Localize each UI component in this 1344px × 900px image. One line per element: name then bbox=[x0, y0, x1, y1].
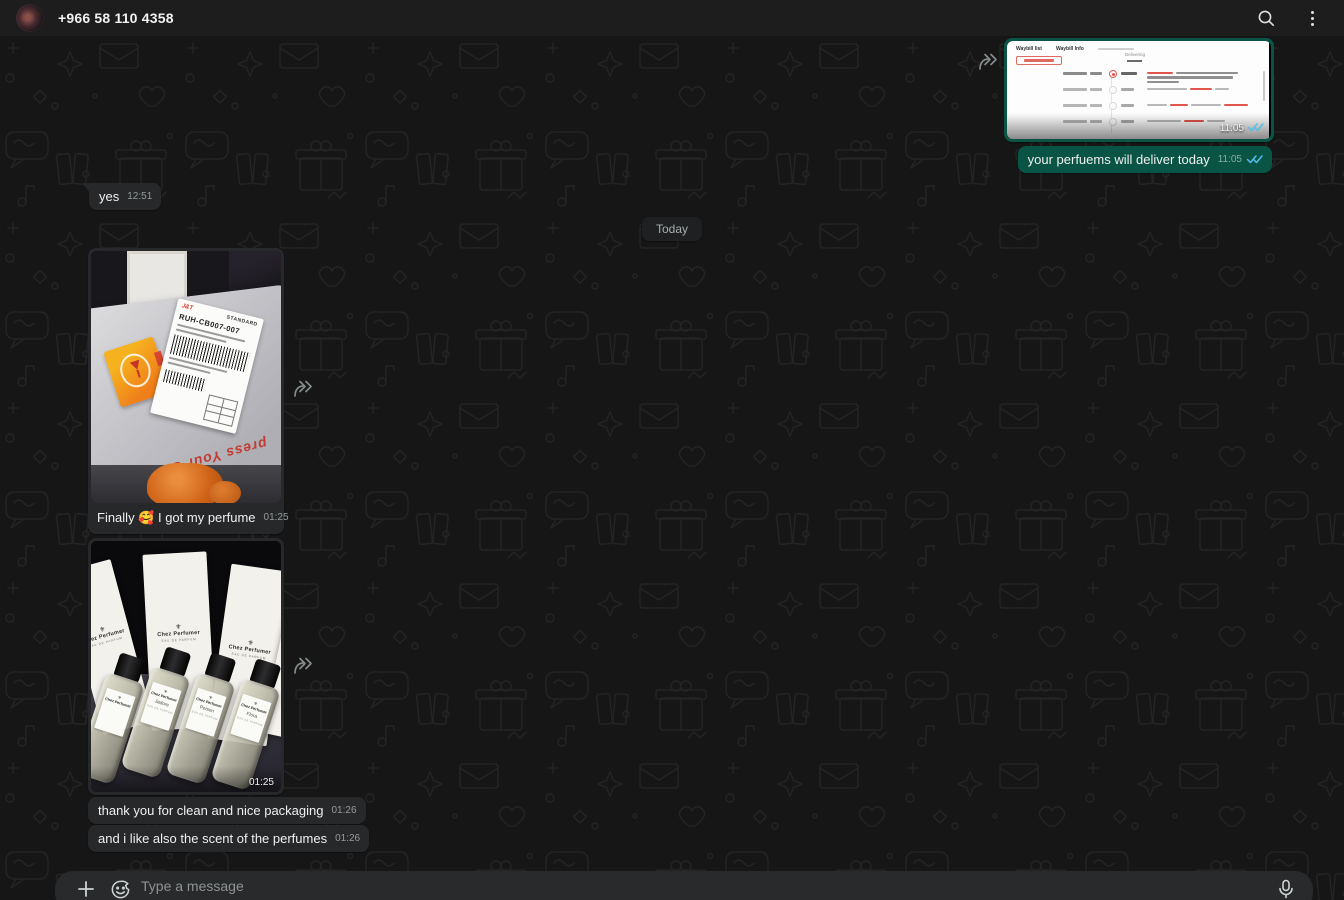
message-time: 01:26 bbox=[335, 831, 360, 846]
incoming-text-message[interactable]: yes 12:51 bbox=[89, 183, 161, 210]
date-divider: Today bbox=[642, 217, 702, 241]
incoming-text-message[interactable]: thank you for clean and nice packaging 0… bbox=[88, 797, 366, 824]
image-caption: Finally 🥰 I got my perfume bbox=[97, 510, 256, 525]
read-receipt-icon bbox=[1247, 122, 1264, 135]
message-text: thank you for clean and nice packaging bbox=[98, 803, 324, 818]
tracking-screenshot-image[interactable]: Waybill list Waybill Info Delivering bbox=[1007, 41, 1271, 139]
chat-header: +966 58 110 4358 bbox=[0, 0, 1344, 36]
outgoing-text-message[interactable]: your perfuems will deliver today 11:05 bbox=[1018, 146, 1272, 173]
emoji-sticker-icon[interactable] bbox=[107, 878, 133, 900]
incoming-package-image-message[interactable]: press Your Online B J&T EXPRESS J&T STAN… bbox=[88, 248, 284, 534]
waybill-info-label: Waybill Info bbox=[1056, 46, 1084, 52]
message-time: 01:25 bbox=[264, 510, 289, 525]
message-time: 01:26 bbox=[332, 803, 357, 818]
tracking-red-button bbox=[1016, 56, 1062, 65]
delivering-tab-label: Delivering bbox=[1125, 52, 1145, 57]
message-time: 11:05 bbox=[1220, 123, 1244, 134]
image-scrollbar bbox=[1263, 71, 1266, 101]
forward-icon[interactable] bbox=[292, 656, 316, 676]
message-input[interactable] bbox=[141, 878, 1273, 894]
package-photo[interactable]: press Your Online B J&T EXPRESS J&T STAN… bbox=[91, 251, 281, 503]
contact-phone-number[interactable]: +966 58 110 4358 bbox=[58, 10, 174, 26]
waybill-list-label: Waybill list bbox=[1016, 46, 1042, 52]
incoming-perfume-image-message[interactable]: ⚜ Chez Perfumer EAU DE PARFUM ⚜ Chez Per… bbox=[88, 538, 284, 795]
read-receipt-icon bbox=[1246, 152, 1263, 167]
forward-icon[interactable] bbox=[292, 379, 316, 399]
perfume-photo[interactable]: ⚜ Chez Perfumer EAU DE PARFUM ⚜ Chez Per… bbox=[91, 541, 281, 792]
message-time: 12:51 bbox=[127, 189, 152, 204]
chat-area: Waybill list Waybill Info Delivering bbox=[0, 36, 1344, 900]
message-time: 11:05 bbox=[1218, 152, 1242, 167]
attach-plus-icon[interactable] bbox=[73, 878, 99, 900]
microphone-icon[interactable] bbox=[1273, 878, 1299, 900]
incoming-text-message[interactable]: and i like also the scent of the perfume… bbox=[88, 825, 369, 852]
courier-brand: J&T bbox=[181, 303, 193, 312]
menu-kebab-icon[interactable] bbox=[1298, 4, 1326, 32]
search-icon[interactable] bbox=[1252, 4, 1280, 32]
barcode-small bbox=[163, 369, 207, 392]
message-text: yes bbox=[99, 189, 119, 204]
outgoing-tracking-image-message[interactable]: Waybill list Waybill Info Delivering bbox=[1004, 38, 1274, 142]
contact-avatar[interactable] bbox=[16, 4, 44, 32]
message-text: and i like also the scent of the perfume… bbox=[98, 831, 327, 846]
message-time: 01:25 bbox=[249, 777, 274, 788]
message-text: your perfuems will deliver today bbox=[1028, 152, 1210, 167]
message-composer bbox=[55, 871, 1313, 900]
whatsapp-chat-window: +966 58 110 4358 bbox=[0, 0, 1344, 900]
forward-icon[interactable] bbox=[977, 52, 1001, 72]
